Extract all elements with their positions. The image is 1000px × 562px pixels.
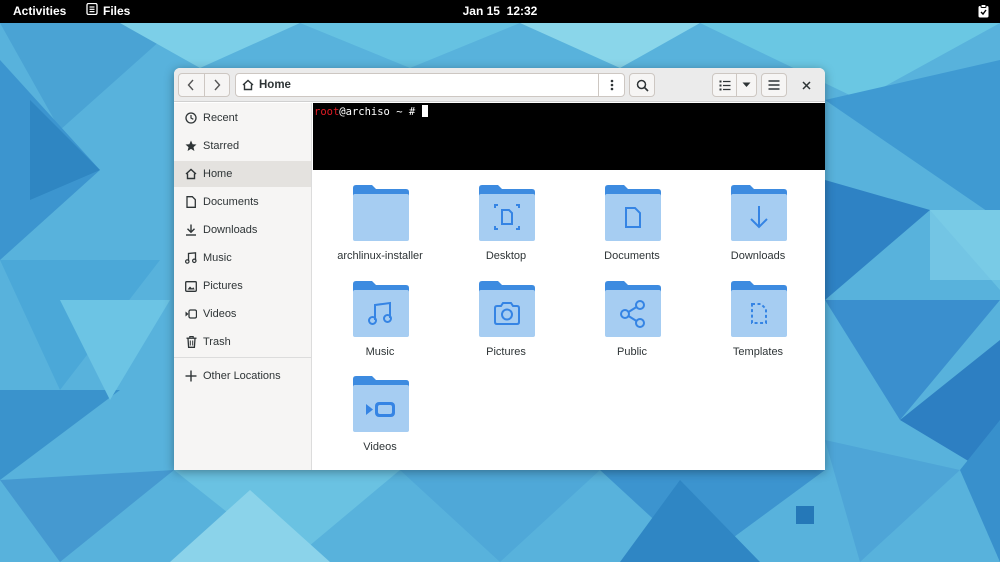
plus-icon bbox=[185, 370, 197, 382]
chevron-down-icon bbox=[742, 82, 751, 87]
list-view-icon bbox=[719, 80, 731, 90]
view-options-button[interactable] bbox=[737, 74, 756, 96]
app-menu-label: Files bbox=[103, 3, 131, 18]
chevron-right-icon bbox=[214, 79, 221, 91]
sidebar: Recent Starred Home Documents Downloads … bbox=[174, 103, 312, 470]
sidebar-item-documents[interactable]: Documents bbox=[174, 189, 311, 215]
sidebar-item-music[interactable]: Music bbox=[174, 245, 311, 271]
folder-videos[interactable]: Videos bbox=[325, 361, 435, 453]
location-label: Home bbox=[259, 79, 291, 91]
sidebar-item-label: Recent bbox=[203, 112, 238, 124]
document-icon bbox=[185, 196, 197, 208]
video-icon bbox=[185, 308, 197, 320]
music-icon bbox=[185, 252, 197, 264]
home-icon bbox=[185, 168, 197, 180]
folder-desktop[interactable]: Desktop bbox=[451, 170, 561, 262]
folder-icon bbox=[353, 185, 409, 241]
file-grid: archlinux-installer Desktop Documents Do… bbox=[313, 170, 825, 470]
sidebar-item-label: Videos bbox=[203, 308, 237, 320]
path-menu-button[interactable] bbox=[598, 74, 624, 96]
sidebar-item-label: Music bbox=[203, 252, 232, 264]
folder-public[interactable]: Public bbox=[577, 266, 687, 358]
clock-date: Jan 15 bbox=[462, 4, 500, 18]
clock-time: 12:32 bbox=[506, 4, 538, 18]
sidebar-item-label: Home bbox=[203, 168, 233, 180]
sidebar-separator bbox=[174, 357, 311, 358]
download-folder-icon bbox=[731, 185, 787, 241]
clock: Jan 15 12:32 bbox=[0, 4, 1000, 18]
folder-documents[interactable]: Documents bbox=[577, 170, 687, 262]
folder-label: Pictures bbox=[486, 346, 526, 358]
home-icon bbox=[242, 79, 254, 91]
sidebar-item-label: Trash bbox=[203, 336, 231, 348]
top-bar: Activities Files Jan 15 12:32 bbox=[0, 0, 1000, 23]
location-bar[interactable]: Home bbox=[235, 73, 625, 97]
terminal[interactable]: root@archiso ~ # bbox=[313, 103, 825, 170]
main-menu-button[interactable] bbox=[761, 73, 787, 97]
prompt-symbol: ~ # bbox=[389, 106, 422, 118]
sidebar-item-recent[interactable]: Recent bbox=[174, 105, 311, 131]
sidebar-item-downloads[interactable]: Downloads bbox=[174, 217, 311, 243]
terminal-cursor bbox=[422, 105, 429, 117]
folder-label: Music bbox=[365, 346, 395, 358]
folder-label: Desktop bbox=[485, 250, 527, 262]
download-icon bbox=[185, 224, 197, 236]
files-window: Home Recent Starred Home Documents Downl… bbox=[174, 68, 825, 470]
hamburger-menu-icon bbox=[768, 80, 780, 90]
trash-icon bbox=[185, 336, 197, 348]
share-folder-icon bbox=[605, 281, 661, 337]
folder-label: Documents bbox=[604, 250, 660, 262]
sidebar-item-pictures[interactable]: Pictures bbox=[174, 273, 311, 299]
sidebar-item-trash[interactable]: Trash bbox=[174, 329, 311, 355]
header-bar: Home bbox=[174, 68, 825, 102]
search-button[interactable] bbox=[629, 73, 655, 97]
folder-templates[interactable]: Templates bbox=[703, 266, 813, 358]
folder-archlinux-installer[interactable]: archlinux-installer bbox=[325, 170, 435, 262]
sidebar-item-label: Downloads bbox=[203, 224, 258, 236]
image-icon bbox=[185, 280, 197, 292]
prompt-user: root bbox=[314, 106, 340, 118]
sidebar-item-label: Documents bbox=[203, 196, 259, 208]
close-icon bbox=[801, 80, 811, 90]
folder-music[interactable]: Music bbox=[325, 266, 435, 358]
sidebar-item-home[interactable]: Home bbox=[174, 161, 311, 187]
music-folder-icon bbox=[353, 281, 409, 337]
back-button[interactable] bbox=[179, 74, 204, 96]
sidebar-item-starred[interactable]: Starred bbox=[174, 133, 311, 159]
clipboard-icon[interactable] bbox=[978, 4, 989, 21]
sidebar-item-label: Pictures bbox=[203, 280, 243, 292]
video-folder-icon bbox=[353, 376, 409, 432]
sidebar-item-label: Other Locations bbox=[203, 370, 281, 382]
camera-folder-icon bbox=[479, 281, 535, 337]
kebab-menu-icon bbox=[610, 79, 613, 91]
prompt-host: @archiso bbox=[339, 106, 390, 118]
view-toggle-button[interactable] bbox=[713, 74, 736, 96]
folder-downloads[interactable]: Downloads bbox=[703, 170, 813, 262]
folder-pictures[interactable]: Pictures bbox=[451, 266, 561, 358]
folder-label: Templates bbox=[732, 346, 784, 358]
desktop-folder-icon bbox=[479, 185, 535, 241]
sidebar-item-other-locations[interactable]: Other Locations bbox=[174, 363, 311, 389]
folder-label: Videos bbox=[363, 441, 397, 453]
folder-label: Downloads bbox=[730, 250, 786, 262]
files-app-icon bbox=[86, 2, 98, 18]
clock-icon bbox=[185, 112, 197, 124]
template-folder-icon bbox=[731, 281, 787, 337]
view-buttons bbox=[712, 73, 757, 97]
star-icon bbox=[185, 140, 197, 152]
folder-label: archlinux-installer bbox=[337, 250, 423, 262]
app-menu[interactable]: Files bbox=[86, 2, 131, 18]
folder-label: Public bbox=[617, 346, 647, 358]
navigation-buttons bbox=[178, 73, 230, 97]
close-button[interactable] bbox=[797, 76, 815, 94]
sidebar-item-label: Starred bbox=[203, 140, 240, 152]
forward-button[interactable] bbox=[205, 74, 230, 96]
sidebar-item-videos[interactable]: Videos bbox=[174, 301, 311, 327]
clock-button[interactable]: Jan 15 12:32 bbox=[463, 4, 538, 18]
document-folder-icon bbox=[605, 185, 661, 241]
search-icon bbox=[636, 79, 649, 92]
chevron-left-icon bbox=[187, 79, 194, 91]
activities-button[interactable]: Activities bbox=[13, 4, 66, 18]
